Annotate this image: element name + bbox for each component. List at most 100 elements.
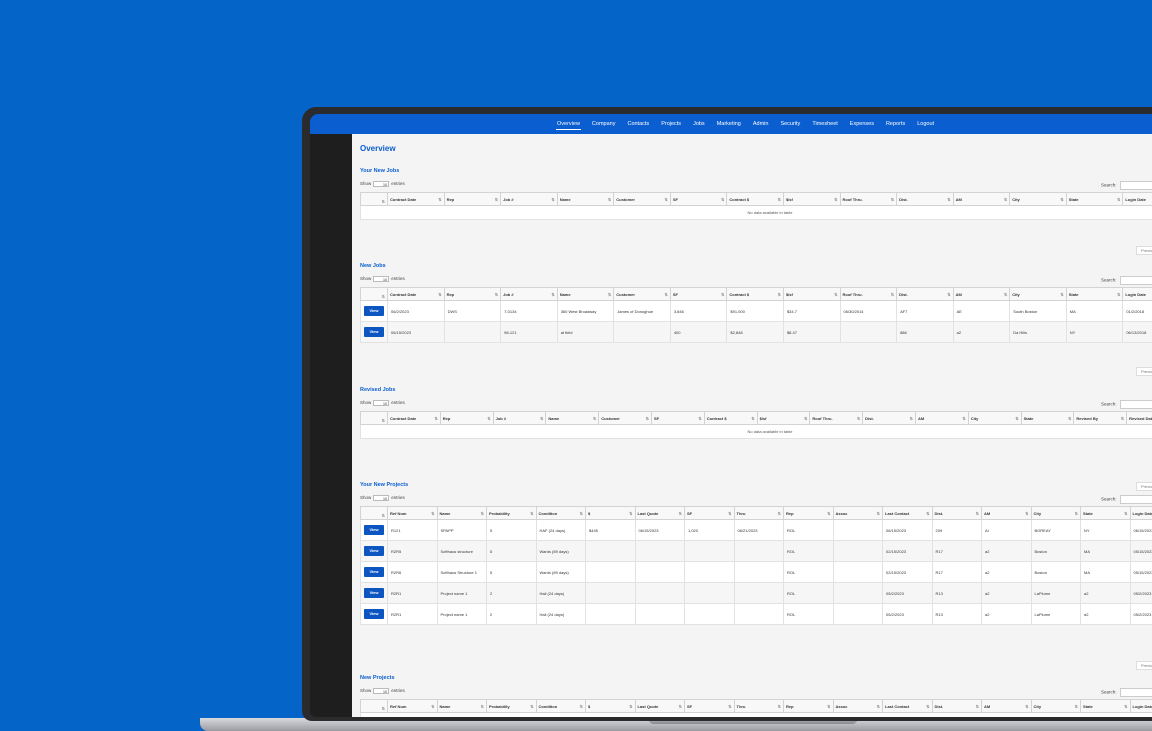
sort-icon[interactable]: ⇅ (487, 416, 490, 421)
column-header[interactable]: SF ⇅ (650, 411, 705, 425)
column-header[interactable]: Customer ⇅ (598, 411, 652, 425)
column-header[interactable]: Last Quote ⇅ (634, 699, 685, 713)
sort-icon[interactable]: ⇅ (698, 416, 701, 421)
column-header[interactable]: Contract Date ⇅ (387, 411, 441, 425)
column-header[interactable]: Revised Date⇅ (1126, 411, 1152, 425)
column-header[interactable]: Probability ⇅ (486, 699, 537, 713)
sort-icon[interactable]: ⇅ (1075, 511, 1078, 516)
sort-icon[interactable]: ⇅ (910, 416, 913, 421)
column-header[interactable]: Dist. ⇅ (896, 287, 954, 301)
column-header[interactable]: SF ⇅ (669, 192, 728, 206)
view-button[interactable]: View (364, 588, 384, 598)
column-header[interactable]: Rep ⇅ (783, 506, 834, 520)
sort-icon[interactable]: ⇅ (804, 416, 807, 421)
sort-icon[interactable]: ⇅ (438, 197, 441, 202)
entries-select[interactable]: 10 (373, 400, 390, 406)
sort-icon[interactable]: ⇅ (481, 704, 484, 709)
column-header-actions[interactable]: ⇅ (360, 411, 388, 425)
sort-icon[interactable]: ⇅ (834, 197, 837, 202)
column-header[interactable]: City ⇅ (1030, 699, 1081, 713)
sort-icon[interactable]: ⇅ (947, 292, 950, 297)
column-header[interactable]: Customer ⇅ (613, 192, 671, 206)
sort-icon[interactable]: ⇅ (1117, 197, 1120, 202)
sort-icon[interactable]: ⇅ (580, 511, 583, 516)
sort-icon[interactable]: ⇅ (481, 511, 484, 516)
sort-icon[interactable]: ⇅ (947, 197, 950, 202)
sort-icon[interactable]: ⇅ (1075, 704, 1078, 709)
column-header[interactable]: Contract $ ⇅ (726, 287, 784, 301)
column-header[interactable]: Dist. ⇅ (862, 411, 916, 425)
column-header-actions[interactable]: ⇅ (360, 287, 388, 301)
view-button[interactable]: View (364, 546, 384, 556)
column-header[interactable]: Roof Thru. ⇅ (809, 411, 864, 425)
column-header[interactable]: Roof Thru. ⇅ (839, 287, 898, 301)
sort-icon[interactable]: ⇅ (877, 511, 880, 516)
column-header[interactable]: State ⇅ (1080, 699, 1131, 713)
column-header[interactable]: Last Contact ⇅ (882, 699, 933, 713)
sort-icon[interactable]: ⇅ (827, 704, 830, 709)
column-header[interactable]: Name ⇅ (556, 192, 615, 206)
sort-icon[interactable]: ⇅ (721, 197, 724, 202)
column-header[interactable]: Login Date⇅ (1129, 699, 1152, 713)
nav-item-projects[interactable]: Projects (660, 119, 682, 129)
column-header[interactable]: SF ⇅ (669, 287, 728, 301)
sort-icon[interactable]: ⇅ (593, 416, 596, 421)
column-header[interactable]: SF ⇅ (684, 506, 735, 520)
entries-select[interactable]: 10 (373, 688, 390, 694)
sort-icon[interactable]: ⇅ (495, 292, 498, 297)
sort-icon[interactable]: ⇅ (1124, 704, 1127, 709)
sort-icon[interactable]: ⇅ (608, 197, 611, 202)
column-header[interactable]: State ⇅ (1080, 506, 1131, 520)
sort-icon[interactable]: ⇅ (891, 292, 894, 297)
nav-item-logout[interactable]: Logout (916, 119, 935, 129)
sort-icon[interactable]: ⇅ (580, 704, 583, 709)
sort-icon[interactable]: ⇅ (629, 704, 632, 709)
column-header[interactable]: Assoc ⇅ (832, 506, 883, 520)
column-header[interactable]: State ⇅ (1020, 411, 1075, 425)
column-header[interactable]: Rep ⇅ (443, 287, 502, 301)
column-header[interactable]: Dist. ⇅ (896, 192, 954, 206)
column-header[interactable]: City ⇅ (967, 411, 1022, 425)
sort-icon[interactable]: ⇅ (679, 704, 682, 709)
view-button[interactable]: View (364, 306, 384, 316)
sort-icon[interactable]: ⇅ (827, 511, 830, 516)
sort-icon[interactable]: ⇅ (728, 511, 731, 516)
column-header[interactable]: Last Contact ⇅ (882, 506, 933, 520)
sort-icon[interactable]: ⇅ (530, 704, 533, 709)
sort-icon[interactable]: ⇅ (1004, 292, 1007, 297)
search-input[interactable] (1119, 688, 1152, 697)
sort-icon[interactable]: ⇅ (778, 511, 781, 516)
sort-icon[interactable]: ⇅ (1068, 416, 1071, 421)
sort-icon[interactable]: ⇅ (1060, 292, 1063, 297)
column-header[interactable]: State ⇅ (1065, 287, 1124, 301)
search-input[interactable] (1119, 181, 1152, 190)
column-header[interactable]: Contract $ ⇅ (726, 192, 784, 206)
column-header[interactable]: Condition ⇅ (535, 506, 586, 520)
column-header[interactable]: Assoc ⇅ (832, 699, 883, 713)
view-button[interactable]: View (364, 567, 384, 577)
sort-icon[interactable]: ⇅ (778, 704, 781, 709)
nav-item-jobs[interactable]: Jobs (692, 119, 706, 129)
sort-icon[interactable]: ⇅ (551, 292, 554, 297)
column-header[interactable]: Condition ⇅ (535, 699, 586, 713)
nav-item-overview[interactable]: Overview (556, 119, 581, 130)
sort-icon[interactable]: ⇅ (382, 294, 385, 299)
column-header[interactable]: AM ⇅ (981, 506, 1032, 520)
sort-icon[interactable]: ⇅ (857, 416, 860, 421)
sort-icon[interactable]: ⇅ (664, 292, 667, 297)
column-header[interactable]: AM ⇅ (981, 699, 1032, 713)
entries-select[interactable]: 10 (373, 181, 390, 187)
sort-icon[interactable]: ⇅ (926, 511, 929, 516)
sort-icon[interactable]: ⇅ (976, 704, 979, 709)
column-header[interactable]: City ⇅ (1030, 506, 1081, 520)
sort-icon[interactable]: ⇅ (926, 704, 929, 709)
column-header[interactable]: Thru ⇅ (733, 506, 784, 520)
column-header[interactable]: $ ⇅ (585, 699, 636, 713)
sort-icon[interactable]: ⇅ (664, 197, 667, 202)
sort-icon[interactable]: ⇅ (1025, 511, 1028, 516)
column-header[interactable]: Name ⇅ (436, 506, 487, 520)
column-header[interactable]: Ref Num ⇅ (387, 699, 438, 713)
search-input[interactable] (1119, 276, 1152, 285)
sort-icon[interactable]: ⇅ (382, 513, 385, 518)
nav-item-company[interactable]: Company (591, 119, 617, 129)
